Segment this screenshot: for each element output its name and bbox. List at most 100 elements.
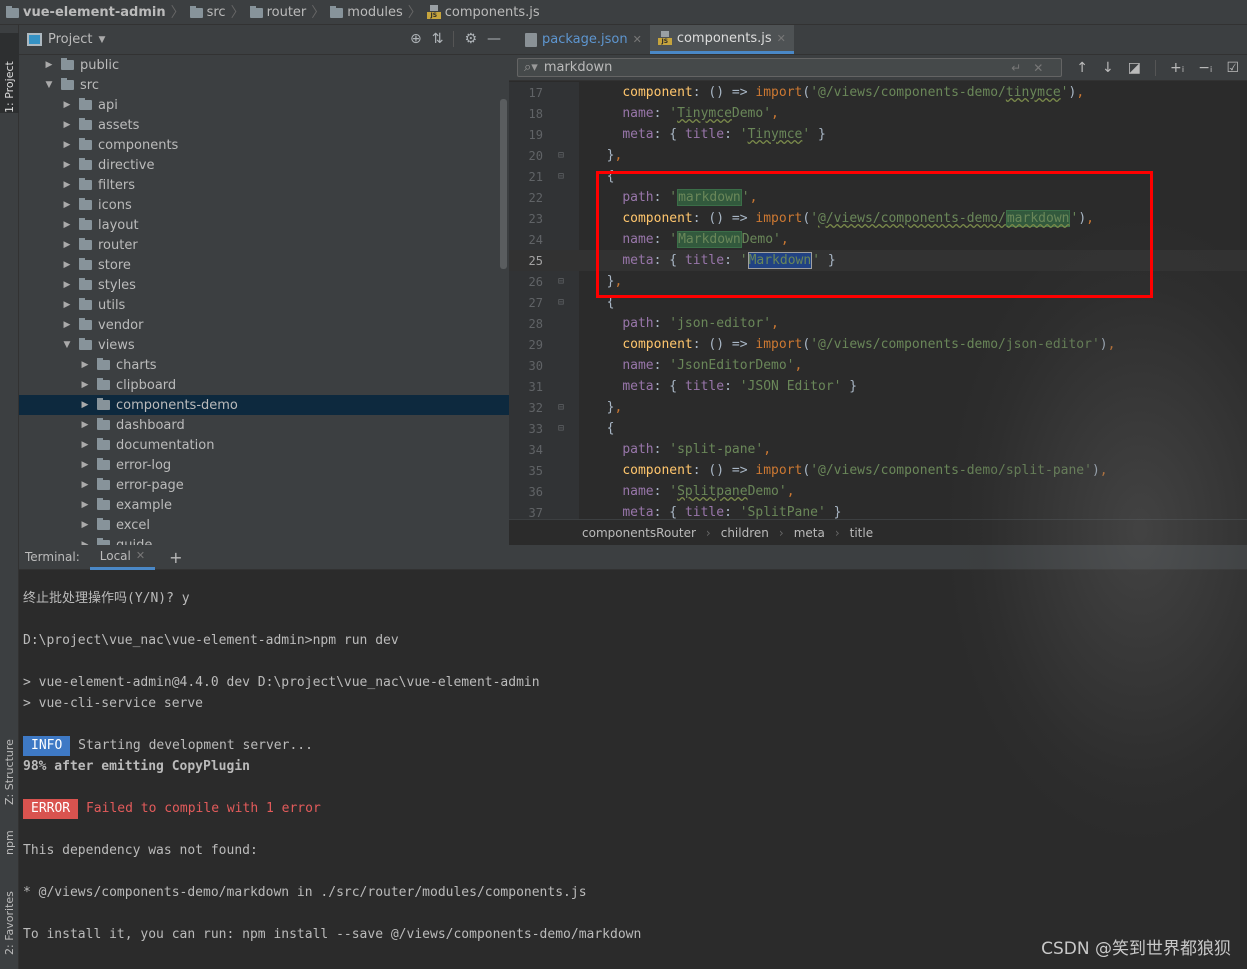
chevron-right-icon[interactable]: ▶: [59, 300, 75, 310]
chevron-right-icon[interactable]: ▶: [59, 260, 75, 270]
tool-window-project[interactable]: 1: Project: [0, 33, 19, 113]
code-line[interactable]: 28 path: 'json-editor',: [509, 313, 1247, 334]
chevron-right-icon[interactable]: ▶: [77, 480, 93, 490]
locate-icon[interactable]: ⊕: [410, 31, 422, 47]
code-line[interactable]: 30 name: 'JsonEditorDemo',: [509, 355, 1247, 376]
tree-item[interactable]: ▶ clipboard: [19, 375, 509, 395]
fold-marker-icon[interactable]: ⊟: [543, 150, 579, 161]
chevron-down-icon[interactable]: ▼: [98, 35, 105, 45]
tree-item[interactable]: ▶ directive: [19, 155, 509, 175]
tree-item[interactable]: ▶ router: [19, 235, 509, 255]
chevron-right-icon[interactable]: ▶: [59, 320, 75, 330]
tree-item[interactable]: ▶ utils: [19, 295, 509, 315]
tree-item[interactable]: ▶ error-log: [19, 455, 509, 475]
breadcrumb-item[interactable]: src: [189, 5, 226, 20]
tree-item[interactable]: ▼ src: [19, 75, 509, 95]
chevron-right-icon[interactable]: ▶: [59, 200, 75, 210]
select-all-icon[interactable]: ◪: [1128, 60, 1141, 76]
terminal-tab-local[interactable]: Local ✕: [89, 545, 156, 570]
tree-scrollbar[interactable]: [500, 99, 507, 269]
code-line[interactable]: 33 ⊟ {: [509, 418, 1247, 439]
remove-selection-icon[interactable]: −ᵢ: [1198, 60, 1212, 76]
breadcrumb-item[interactable]: router: [249, 5, 306, 20]
tab-components-js[interactable]: components.js ✕: [649, 25, 794, 54]
code-line[interactable]: 19 meta: { title: 'Tinymce' }: [509, 124, 1247, 145]
collapse-all-icon[interactable]: ⇅: [432, 31, 444, 47]
code-line[interactable]: 36 name: 'SplitpaneDemo',: [509, 481, 1247, 502]
chevron-right-icon[interactable]: ▶: [59, 120, 75, 130]
close-icon[interactable]: ✕: [633, 33, 642, 46]
chevron-right-icon[interactable]: ▶: [77, 420, 93, 430]
code-line[interactable]: 35 component: () => import('@/views/comp…: [509, 460, 1247, 481]
chevron-right-icon[interactable]: ▶: [59, 140, 75, 150]
chevron-right-icon[interactable]: ▶: [59, 280, 75, 290]
chevron-right-icon[interactable]: ▶: [59, 160, 75, 170]
tree-item[interactable]: ▶ public: [19, 55, 509, 75]
tree-item[interactable]: ▶ assets: [19, 115, 509, 135]
next-occurrence-icon[interactable]: ↓: [1102, 60, 1114, 76]
search-icon[interactable]: ⌕▾: [524, 60, 538, 75]
gear-icon[interactable]: ⚙: [464, 31, 477, 47]
tool-window-npm[interactable]: npm: [0, 815, 19, 855]
chevron-right-icon[interactable]: ▶: [59, 220, 75, 230]
tree-item[interactable]: ▶ guide: [19, 535, 509, 545]
tool-window-favorites[interactable]: 2: Favorites: [0, 875, 19, 955]
fold-marker-icon[interactable]: ⊟: [543, 171, 579, 182]
fold-marker-icon[interactable]: ⊟: [543, 423, 579, 434]
close-icon[interactable]: ✕: [777, 32, 786, 45]
tool-window-structure[interactable]: Z: Structure: [0, 715, 19, 805]
tree-item[interactable]: ▶ documentation: [19, 435, 509, 455]
code-line[interactable]: 18 name: 'TinymceDemo',: [509, 103, 1247, 124]
previous-occurrence-icon[interactable]: ↑: [1076, 60, 1088, 76]
tree-item[interactable]: ▶ store: [19, 255, 509, 275]
breadcrumb-item[interactable]: components.js: [426, 5, 540, 20]
tree-item[interactable]: ▶ dashboard: [19, 415, 509, 435]
chevron-down-icon[interactable]: ▼: [59, 340, 75, 350]
fold-marker-icon[interactable]: ⊟: [543, 276, 579, 287]
chevron-down-icon[interactable]: ▼: [41, 80, 57, 90]
tree-item[interactable]: ▶ example: [19, 495, 509, 515]
tree-item[interactable]: ▶ components-demo: [19, 395, 509, 415]
breadcrumb-item[interactable]: componentsRouter: [582, 526, 696, 540]
tree-item[interactable]: ▶ charts: [19, 355, 509, 375]
tab-package-json[interactable]: package.json ✕: [517, 25, 650, 54]
tree-item[interactable]: ▶ vendor: [19, 315, 509, 335]
chevron-right-icon[interactable]: ▶: [77, 520, 93, 530]
chevron-right-icon[interactable]: ▶: [77, 360, 93, 370]
code-line[interactable]: 17 component: () => import('@/views/comp…: [509, 82, 1247, 103]
chevron-right-icon[interactable]: ▶: [77, 380, 93, 390]
chevron-right-icon[interactable]: ▶: [41, 60, 57, 70]
tree-item[interactable]: ▶ layout: [19, 215, 509, 235]
close-icon[interactable]: ✕: [136, 549, 145, 562]
breadcrumb-item[interactable]: title: [850, 526, 873, 540]
tree-item[interactable]: ▶ filters: [19, 175, 509, 195]
code-line[interactable]: 20 ⊟ },: [509, 145, 1247, 166]
chevron-right-icon[interactable]: ▶: [77, 460, 93, 470]
new-terminal-button[interactable]: +: [169, 548, 182, 567]
breadcrumb-item[interactable]: vue-element-admin: [6, 5, 166, 20]
tree-item[interactable]: ▶ error-page: [19, 475, 509, 495]
chevron-right-icon[interactable]: ▶: [59, 240, 75, 250]
code-line[interactable]: 29 component: () => import('@/views/comp…: [509, 334, 1247, 355]
newline-icon[interactable]: ↵: [1011, 61, 1033, 75]
project-title[interactable]: Project: [48, 32, 92, 47]
add-selection-icon[interactable]: +ᵢ: [1170, 60, 1184, 76]
breadcrumb-item[interactable]: modules: [330, 5, 403, 20]
fold-marker-icon[interactable]: ⊟: [543, 402, 579, 413]
chevron-right-icon[interactable]: ▶: [59, 100, 75, 110]
code-area[interactable]: 17 component: () => import('@/views/comp…: [509, 82, 1247, 520]
chevron-right-icon[interactable]: ▶: [59, 180, 75, 190]
find-input[interactable]: ⌕▾ markdown ↵✕: [517, 58, 1063, 77]
chevron-right-icon[interactable]: ▶: [77, 400, 93, 410]
breadcrumb-item[interactable]: meta: [794, 526, 825, 540]
chevron-right-icon[interactable]: ▶: [77, 440, 93, 450]
tree-item[interactable]: ▼ views: [19, 335, 509, 355]
code-line[interactable]: 34 path: 'split-pane',: [509, 439, 1247, 460]
minimize-icon[interactable]: —: [487, 31, 501, 47]
clear-icon[interactable]: ✕: [1033, 61, 1055, 75]
tree-item[interactable]: ▶ api: [19, 95, 509, 115]
tree-item[interactable]: ▶ icons: [19, 195, 509, 215]
code-line[interactable]: 31 meta: { title: 'JSON Editor' }: [509, 376, 1247, 397]
fold-marker-icon[interactable]: ⊟: [543, 297, 579, 308]
tree-item[interactable]: ▶ components: [19, 135, 509, 155]
